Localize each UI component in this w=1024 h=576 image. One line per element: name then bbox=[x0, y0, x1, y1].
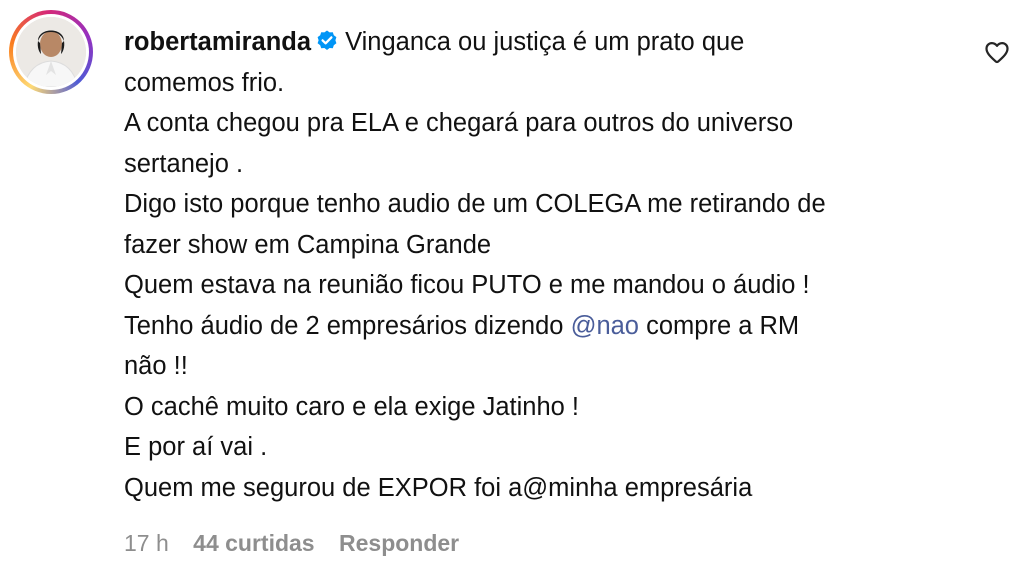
comment-meta: 17 h 44 curtidas Responder bbox=[124, 530, 477, 557]
timestamp[interactable]: 17 h bbox=[124, 530, 169, 556]
comment-line: E por aí vai . bbox=[124, 433, 268, 461]
comment: robertamiranda Vinganca ou justiça é um p… bbox=[0, 0, 1024, 576]
avatar-image bbox=[16, 17, 86, 87]
reply-button[interactable]: Responder bbox=[339, 530, 459, 556]
comment-line: Vinganca ou justiça é um prato que bbox=[345, 28, 745, 56]
comment-line: fazer show em Campina Grande bbox=[124, 230, 492, 259]
comment-line: comemos frio. bbox=[124, 68, 285, 97]
comment-line: compre a RM bbox=[646, 311, 800, 340]
comment-text: robertamiranda Vinganca ou justiça é um p… bbox=[124, 22, 944, 508]
avatar-photo bbox=[16, 17, 86, 87]
comment-line: Quem me segurou de EXPOR foi a@minha emp… bbox=[124, 473, 753, 502]
comment-line: O cachê muito caro e ela exige Jatinho ! bbox=[124, 392, 580, 421]
mention-link[interactable]: @nao bbox=[571, 312, 639, 340]
comment-line: Tenho áudio de 2 empresários dizendo bbox=[124, 311, 564, 340]
comment-line: não !! bbox=[124, 352, 188, 380]
heart-icon[interactable] bbox=[983, 38, 1011, 66]
avatar[interactable] bbox=[9, 10, 93, 94]
verified-badge-icon bbox=[317, 30, 337, 50]
comment-line: sertanejo . bbox=[124, 149, 244, 178]
comment-content: robertamiranda Vinganca ou justiça é um p… bbox=[124, 22, 944, 508]
comment-line: Digo isto porque tenho audio de um COLEG… bbox=[124, 190, 826, 218]
comment-line: Quem estava na reunião ficou PUTO e me m… bbox=[124, 271, 810, 299]
comment-line: A conta chegou pra ELA e chegará para ou… bbox=[124, 109, 794, 137]
username[interactable]: robertamiranda bbox=[124, 28, 311, 56]
likes-count[interactable]: 44 curtidas bbox=[193, 530, 314, 556]
avatar-border bbox=[13, 14, 89, 90]
